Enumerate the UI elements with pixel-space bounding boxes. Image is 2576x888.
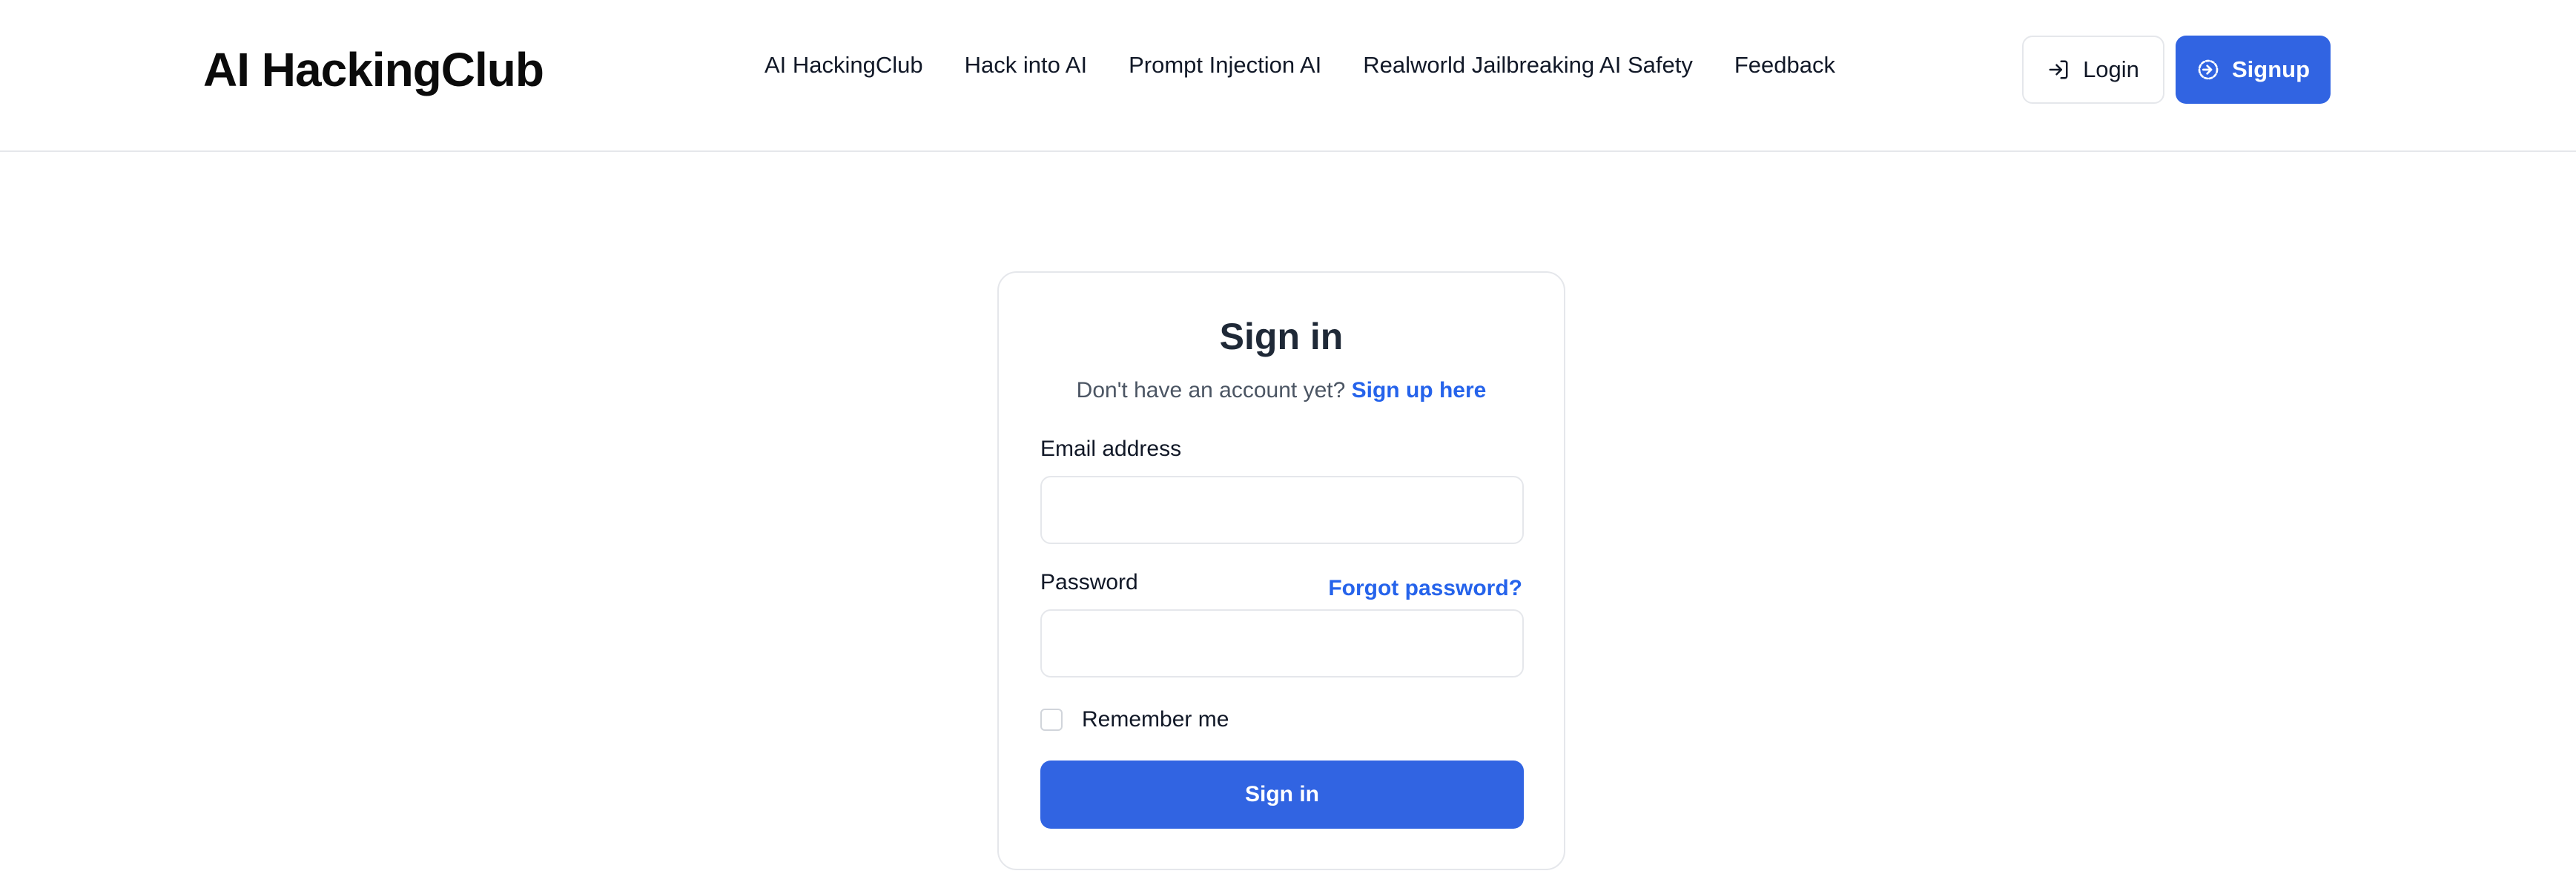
no-account-text: Don't have an account yet? xyxy=(1076,378,1346,402)
nav-item-feedback[interactable]: Feedback xyxy=(1734,49,1835,82)
signup-button-label: Signup xyxy=(2231,56,2311,82)
nav-item-prompt-injection[interactable]: Prompt Injection AI xyxy=(1129,49,1321,82)
signup-link[interactable]: Sign up here xyxy=(1352,378,1487,402)
login-arrow-icon xyxy=(2047,59,2070,81)
nav-item-hack-into-ai[interactable]: Hack into AI xyxy=(965,49,1087,82)
signup-button[interactable]: Signup xyxy=(2176,36,2331,104)
site-header: AI HackingClub AI HackingClub Hack into … xyxy=(0,0,2576,152)
nav-item-ai-hackingclub[interactable]: AI HackingClub xyxy=(764,49,923,82)
login-button[interactable]: Login xyxy=(2022,36,2164,104)
password-label: Password xyxy=(1040,570,1138,594)
signin-submit-label: Sign in xyxy=(1245,782,1319,806)
remember-me-checkbox[interactable] xyxy=(1040,709,1063,731)
forgot-password-link[interactable]: Forgot password? xyxy=(1328,574,1522,603)
email-label: Email address xyxy=(1040,437,1182,461)
email-field[interactable] xyxy=(1040,476,1524,544)
circle-arrow-icon xyxy=(2196,58,2220,82)
nav-item-realworld-jailbreaking[interactable]: Realworld Jailbreaking AI Safety xyxy=(1363,49,1693,82)
main-nav: AI HackingClub Hack into AI Prompt Injec… xyxy=(764,49,1835,82)
password-field[interactable] xyxy=(1040,609,1524,677)
signup-prompt: Don't have an account yet? Sign up here xyxy=(999,375,1564,406)
signin-card: Sign in Don't have an account yet? Sign … xyxy=(997,271,1565,870)
signin-title: Sign in xyxy=(1219,316,1344,357)
signin-submit-button[interactable]: Sign in xyxy=(1040,761,1524,829)
brand-logo-text[interactable]: AI HackingClub xyxy=(203,39,544,101)
login-button-label: Login xyxy=(2083,56,2139,82)
remember-me-label[interactable]: Remember me xyxy=(1082,705,1229,735)
